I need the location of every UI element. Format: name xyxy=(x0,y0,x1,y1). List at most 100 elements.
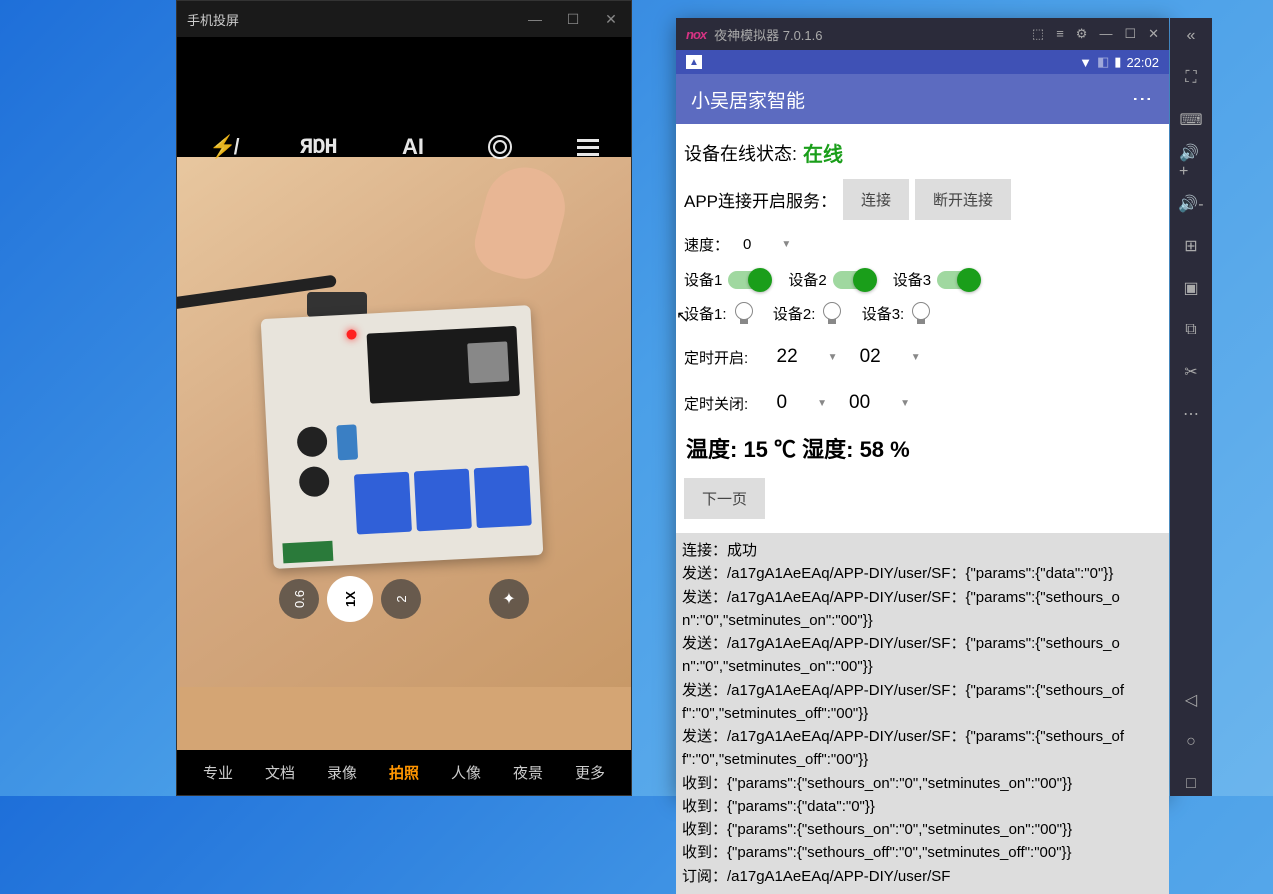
disconnect-button[interactable]: 断开连接 xyxy=(915,179,1011,220)
phone-mirror-window: 手机投屏 — ☐ ✕ ⚡̸ HⱭR AI xyxy=(176,0,632,796)
chevron-down-icon: ▼ xyxy=(911,352,921,363)
wifi-icon: ▼ xyxy=(1079,55,1092,70)
left-window-title: 手机投屏 xyxy=(187,10,525,29)
nox-help-icon[interactable]: ⬚ xyxy=(1032,26,1044,42)
back-icon[interactable]: ◁ xyxy=(1179,688,1203,712)
log-line: 收到：{"params":{"sethours_off":"0","setmin… xyxy=(680,841,1165,864)
nox-emulator-window: nox 夜神模拟器 7.0.1.6 ⬚ ≡ ⚙ — ☐ ✕ ▲ ▼ ◧ ▮ 22… xyxy=(676,18,1169,796)
ai-icon[interactable]: AI xyxy=(402,134,424,160)
timer-on-min-dropdown[interactable]: 02 ▼ xyxy=(852,342,929,372)
timer-on-label: 定时开启: xyxy=(684,347,748,368)
log-area[interactable]: 连接：成功 发送：/a17gA1AeEAq/APP-DIY/user/SF：{"… xyxy=(676,533,1169,894)
zoom-2[interactable]: 2 xyxy=(381,579,421,619)
menu-icon[interactable] xyxy=(577,139,599,156)
speed-label: 速度： xyxy=(684,234,729,255)
mode-night[interactable]: 夜景 xyxy=(513,762,543,783)
log-line: 连接：成功 xyxy=(680,539,1165,562)
volume-up-icon[interactable]: 🔊+ xyxy=(1179,150,1203,174)
log-line: 发送：/a17gA1AeEAq/APP-DIY/user/SF：{"params… xyxy=(680,562,1165,585)
android-status-bar: ▲ ▼ ◧ ▮ 22:02 xyxy=(676,50,1169,74)
nox-maximize-button[interactable]: ☐ xyxy=(1124,26,1136,42)
flash-off-icon[interactable]: ⚡̸ xyxy=(209,134,236,160)
temp-humidity: 温度: 15 ℃ 湿度: 58 % xyxy=(680,424,1165,472)
bulb-icon xyxy=(823,302,841,324)
service-label: APP连接开启服务： xyxy=(684,187,837,212)
nox-titlebar: nox 夜神模拟器 7.0.1.6 ⬚ ≡ ⚙ — ☐ ✕ xyxy=(676,18,1169,50)
device2-bulb-label: 设备2: xyxy=(773,303,816,324)
app-body: 设备在线状态: 在线 APP连接开启服务： 连接 断开连接 速度： 0 ▼ 设备… xyxy=(676,124,1169,533)
warning-icon: ▲ xyxy=(686,55,702,69)
keyboard-icon[interactable]: ⌨ xyxy=(1179,108,1203,132)
signal-icon: ◧ xyxy=(1097,54,1109,70)
chevron-down-icon: ▼ xyxy=(900,398,910,409)
nox-title: 夜神模拟器 7.0.1.6 xyxy=(714,25,1032,44)
nox-minimize-button[interactable]: — xyxy=(1099,26,1112,42)
device-status-label: 设备在线状态: xyxy=(684,140,797,166)
scissors-icon[interactable]: ✂ xyxy=(1179,360,1203,384)
nox-settings-icon[interactable]: ⚙ xyxy=(1076,26,1088,42)
circuit-board xyxy=(261,305,544,569)
close-button[interactable]: ✕ xyxy=(601,11,621,28)
device1-toggle-label: 设备1 xyxy=(684,269,722,290)
mode-pro[interactable]: 专业 xyxy=(203,762,233,783)
left-titlebar: 手机投屏 — ☐ ✕ xyxy=(177,1,631,37)
zoom-0.6[interactable]: 0.6 xyxy=(279,579,319,619)
log-line: 订阅：/a17gA1AeEAq/APP-DIY/user/SF xyxy=(680,865,1165,888)
device3-toggle-label: 设备3 xyxy=(893,269,931,290)
chevron-down-icon: ▼ xyxy=(828,352,838,363)
connect-button[interactable]: 连接 xyxy=(843,179,909,220)
mode-document[interactable]: 文档 xyxy=(265,762,295,783)
file-icon[interactable]: ▣ xyxy=(1179,276,1203,300)
clock: 22:02 xyxy=(1126,55,1159,70)
log-line: 收到：{"params":{"sethours_on":"0","setminu… xyxy=(680,772,1165,795)
camera-preview: ⚡̸ HⱭR AI 0.6 1X xyxy=(177,37,631,795)
log-line: 收到：{"params":{"sethours_on":"0","setminu… xyxy=(680,818,1165,841)
nox-menu-icon[interactable]: ≡ xyxy=(1056,26,1064,42)
log-line: 发送：/a17gA1AeEAq/APP-DIY/user/SF：{"params… xyxy=(680,679,1165,726)
sidebar-expand-icon[interactable]: « xyxy=(1179,24,1203,48)
maximize-button[interactable]: ☐ xyxy=(563,11,583,28)
bulb-icon xyxy=(735,302,753,324)
hdr-icon[interactable]: HⱭR xyxy=(301,135,338,160)
device3-bulb-label: 设备3: xyxy=(862,303,905,324)
log-line: 发送：/a17gA1AeEAq/APP-DIY/user/SF：{"params… xyxy=(680,725,1165,772)
nox-sidebar: « ⛶ ⌨ 🔊+ 🔊- ⊞ ▣ ⧉ ✂ ⋯ ◁ ○ □ xyxy=(1170,18,1212,796)
photo-content: 0.6 1X 2 ✦ xyxy=(177,157,631,687)
mode-portrait[interactable]: 人像 xyxy=(451,762,481,783)
device2-toggle[interactable] xyxy=(833,271,875,289)
minimize-button[interactable]: — xyxy=(525,11,545,28)
device-status-value: 在线 xyxy=(803,138,843,167)
volume-down-icon[interactable]: 🔊- xyxy=(1179,192,1203,216)
live-photo-icon[interactable] xyxy=(488,135,512,159)
timer-on-hour-dropdown[interactable]: 22 ▼ xyxy=(769,342,846,372)
chevron-down-icon: ▼ xyxy=(781,239,791,250)
device1-toggle[interactable] xyxy=(728,271,770,289)
chevron-down-icon: ▼ xyxy=(817,398,827,409)
multi-instance-icon[interactable]: ⧉ xyxy=(1179,318,1203,342)
more-options-icon[interactable]: ⋮ xyxy=(1130,89,1154,109)
mode-photo[interactable]: 拍照 xyxy=(389,762,419,783)
device2-toggle-label: 设备2 xyxy=(788,269,826,290)
app-header: 小吴居家智能 ⋮ xyxy=(676,74,1169,124)
bulb-icon xyxy=(912,302,930,324)
mode-more[interactable]: 更多 xyxy=(575,762,605,783)
recent-icon[interactable]: □ xyxy=(1179,772,1203,796)
cursor-icon: ↖ xyxy=(676,307,689,327)
home-icon[interactable]: ○ xyxy=(1179,730,1203,754)
timer-off-min-dropdown[interactable]: 00 ▼ xyxy=(841,388,918,418)
speed-dropdown[interactable]: 0 ▼ xyxy=(735,232,799,257)
magic-icon[interactable]: ✦ xyxy=(489,579,529,619)
fullscreen-icon[interactable]: ⛶ xyxy=(1179,66,1203,90)
speed-value: 0 xyxy=(743,236,751,253)
device1-bulb-label: 设备1: xyxy=(684,303,727,324)
log-line: 收到：{"params":{"data":"0"}} xyxy=(680,795,1165,818)
next-page-button[interactable]: 下一页 xyxy=(684,478,765,519)
mode-video[interactable]: 录像 xyxy=(327,762,357,783)
zoom-1x[interactable]: 1X xyxy=(327,576,373,622)
device3-toggle[interactable] xyxy=(937,271,979,289)
nox-logo: nox xyxy=(686,27,706,42)
nox-close-button[interactable]: ✕ xyxy=(1148,26,1159,42)
apk-install-icon[interactable]: ⊞ xyxy=(1179,234,1203,258)
more-icon[interactable]: ⋯ xyxy=(1179,402,1203,426)
timer-off-hour-dropdown[interactable]: 0 ▼ xyxy=(769,388,835,418)
